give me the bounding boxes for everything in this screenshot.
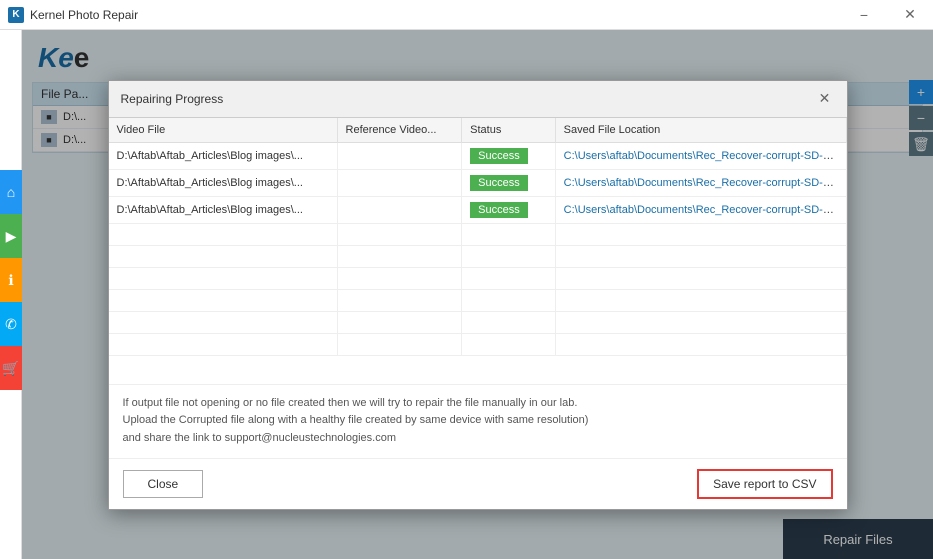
- table-row-empty: [109, 311, 847, 333]
- cell-ref-video: [337, 169, 462, 196]
- minimize-button[interactable]: −: [841, 0, 887, 30]
- note-line2: Upload the Corrupted file along with a h…: [123, 412, 833, 430]
- table-row-empty: [109, 333, 847, 355]
- cell-video-file: D:\Aftab\Aftab_Articles\Blog images\...: [109, 196, 338, 223]
- table-row-empty: [109, 267, 847, 289]
- close-button[interactable]: ✕: [887, 0, 933, 30]
- table-row: D:\Aftab\Aftab_Articles\Blog images\... S…: [109, 142, 847, 169]
- table-header-row: Video File Reference Video... Status Sav…: [109, 118, 847, 143]
- dialog-footer: Close Save report to CSV: [109, 458, 847, 509]
- table-row-empty: [109, 223, 847, 245]
- cell-status: Success: [462, 142, 555, 169]
- cell-saved-location[interactable]: C:\Users\aftab\Documents\Rec_Recover-cor…: [555, 169, 846, 196]
- app-body: ⌂ ▶ ℹ ✆ 🛒 Kee File Pa... ■ D:\... ■ D:\.…: [0, 30, 933, 559]
- sidebar-item-video[interactable]: ▶: [0, 214, 22, 258]
- cell-ref-video: [337, 196, 462, 223]
- cell-status: Success: [462, 169, 555, 196]
- app-icon: K: [8, 7, 24, 23]
- close-dialog-button[interactable]: Close: [123, 470, 204, 498]
- dialog-note: If output file not opening or no file cr…: [109, 384, 847, 458]
- dialog-overlay: Repairing Progress ✕ Video File Referenc…: [22, 30, 933, 559]
- table-row-empty: [109, 289, 847, 311]
- dialog-table-wrap: Video File Reference Video... Status Sav…: [109, 118, 847, 384]
- dialog-title: Repairing Progress: [121, 92, 224, 106]
- col-header-video: Video File: [109, 118, 338, 143]
- note-line3: and share the link to support@nucleustec…: [123, 430, 833, 448]
- sidebar-item-home[interactable]: ⌂: [0, 170, 22, 214]
- table-row-empty: [109, 245, 847, 267]
- sidebar-item-phone[interactable]: ✆: [0, 302, 22, 346]
- save-csv-button[interactable]: Save report to CSV: [697, 469, 832, 499]
- cell-video-file: D:\Aftab\Aftab_Articles\Blog images\...: [109, 142, 338, 169]
- cell-video-file: D:\Aftab\Aftab_Articles\Blog images\...: [109, 169, 338, 196]
- note-line1: If output file not opening or no file cr…: [123, 395, 833, 413]
- results-table: Video File Reference Video... Status Sav…: [109, 118, 847, 356]
- table-row: D:\Aftab\Aftab_Articles\Blog images\... S…: [109, 196, 847, 223]
- table-row: D:\Aftab\Aftab_Articles\Blog images\... S…: [109, 169, 847, 196]
- dialog-close-x-button[interactable]: ✕: [815, 89, 835, 109]
- col-header-status: Status: [462, 118, 555, 143]
- repairing-progress-dialog: Repairing Progress ✕ Video File Referenc…: [108, 80, 848, 510]
- cell-saved-location[interactable]: C:\Users\aftab\Documents\Rec_Recover-cor…: [555, 142, 846, 169]
- col-header-ref: Reference Video...: [337, 118, 462, 143]
- sidebar-item-info[interactable]: ℹ: [0, 258, 22, 302]
- app-title: Kernel Photo Repair: [30, 8, 138, 22]
- cell-ref-video: [337, 142, 462, 169]
- cell-status: Success: [462, 196, 555, 223]
- main-content: Kee File Pa... ■ D:\... ■ D:\... + − 🗑 R…: [22, 30, 933, 559]
- dialog-title-bar: Repairing Progress ✕: [109, 81, 847, 118]
- title-bar: K Kernel Photo Repair − ✕: [0, 0, 933, 30]
- sidebar-item-cart[interactable]: 🛒: [0, 346, 22, 390]
- cell-saved-location[interactable]: C:\Users\aftab\Documents\Rec_Recover-cor…: [555, 196, 846, 223]
- sidebar-colored-icons: ⌂ ▶ ℹ ✆ 🛒: [0, 170, 22, 390]
- window-controls: − ✕: [841, 0, 933, 29]
- col-header-saved: Saved File Location: [555, 118, 846, 143]
